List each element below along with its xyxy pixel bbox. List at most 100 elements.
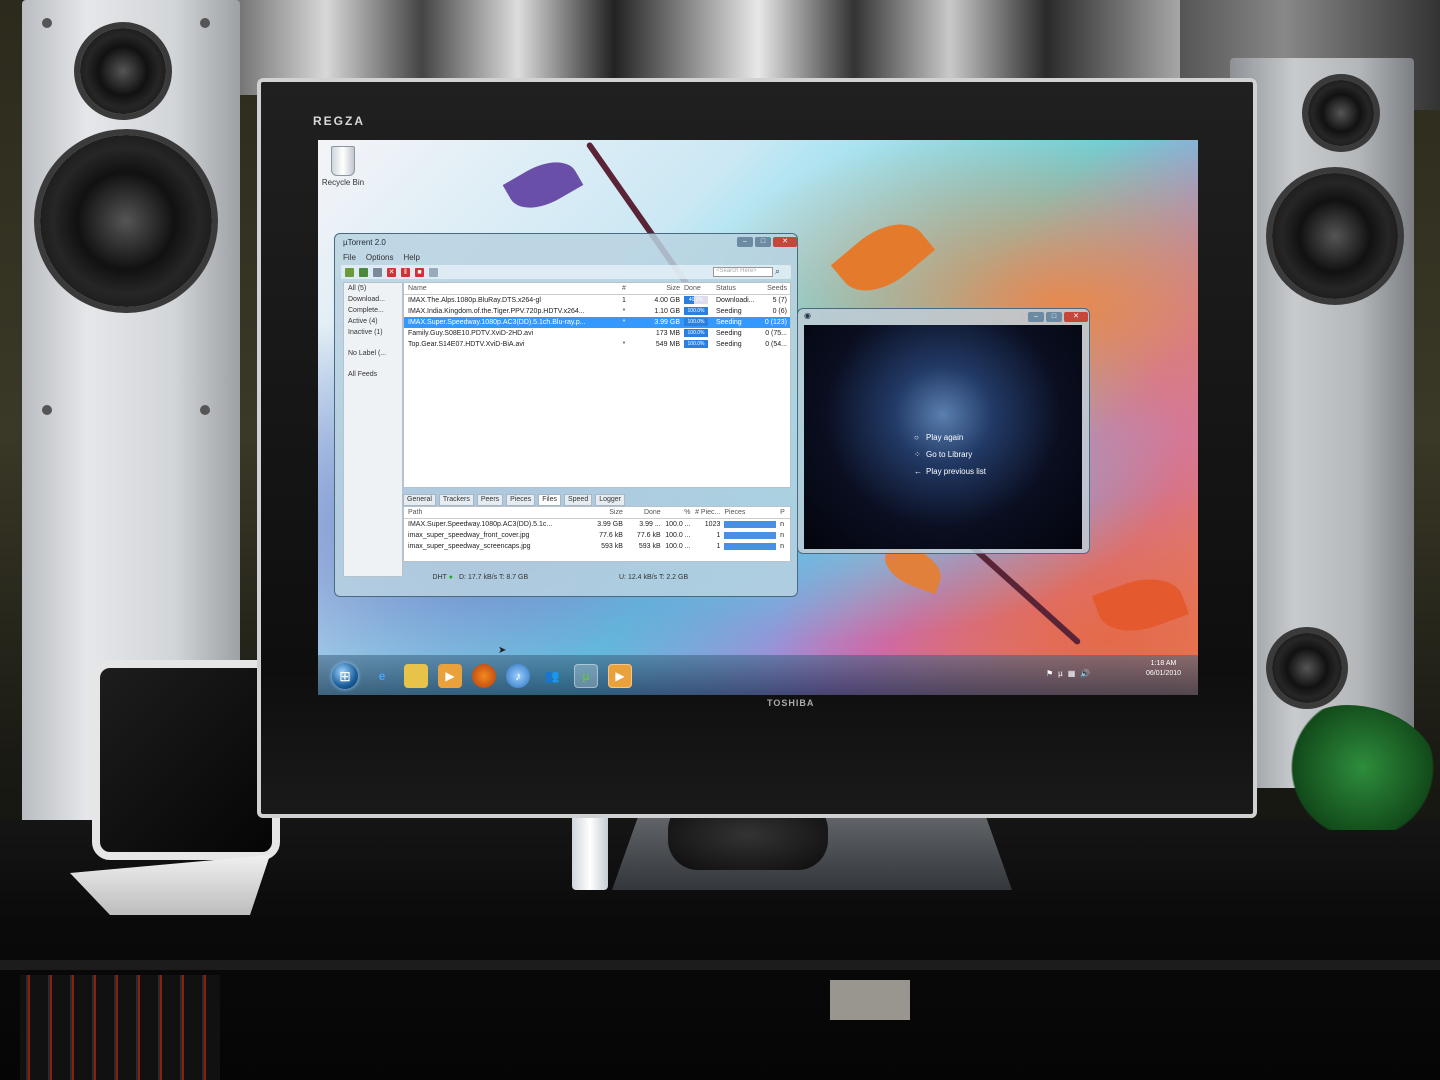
play-again-option[interactable]: ○ Play again bbox=[914, 429, 986, 446]
col-done[interactable]: Done bbox=[684, 283, 712, 294]
start-button[interactable]: ⊞ bbox=[332, 663, 358, 689]
file-row[interactable]: IMAX.Super.Speedway.1080p.AC3(DD).5.1c..… bbox=[404, 519, 790, 530]
add-url-icon[interactable] bbox=[359, 267, 368, 277]
col-file-pieces-count[interactable]: # Piec... bbox=[691, 507, 720, 518]
tab-trackers[interactable]: Trackers bbox=[438, 494, 474, 506]
minimize-button[interactable]: – bbox=[1028, 312, 1044, 322]
minimize-button[interactable]: – bbox=[737, 237, 753, 247]
sidebar-item-completed[interactable]: Complete... bbox=[344, 305, 402, 316]
torrent-row[interactable]: IMAX.Super.Speedway.1080p.AC3(DD).5.1ch.… bbox=[404, 317, 790, 328]
tv-brand-bottom: TOSHIBA bbox=[767, 698, 815, 708]
sidebar-item-all-feeds[interactable]: All Feeds bbox=[344, 369, 402, 380]
plant-decoration bbox=[1285, 705, 1440, 830]
col-file-done[interactable]: Done bbox=[623, 507, 661, 518]
file-rows: IMAX.Super.Speedway.1080p.AC3(DD).5.1c..… bbox=[404, 519, 790, 552]
torrent-progress: 100.0% bbox=[684, 328, 712, 339]
close-button[interactable]: ✕ bbox=[1064, 312, 1088, 322]
torrent-name: Top.Gear.S14E07.HDTV.XviD-BiA.avi bbox=[408, 341, 525, 348]
file-row[interactable]: imax_super_speedway_screencaps.jpg 593 kB… bbox=[404, 541, 790, 552]
sidebar-item-all[interactable]: All (5) bbox=[344, 283, 402, 294]
file-pieces-count: 1023 bbox=[704, 521, 721, 528]
file-row[interactable]: imax_super_speedway_front_cover.jpg 77.6 … bbox=[404, 530, 790, 541]
torrent-progress: 100.0% bbox=[684, 317, 712, 328]
search-input[interactable]: <Search Here> bbox=[713, 267, 773, 277]
tray-network-icon[interactable]: ▦ bbox=[1068, 669, 1076, 678]
play-previous-list-option[interactable]: ← Play previous list bbox=[914, 463, 986, 480]
torrent-name: Family.Guy.S08E10.PDTV.XviD-2HD.avi bbox=[408, 330, 534, 337]
tab-peers[interactable]: Peers bbox=[476, 494, 504, 506]
col-file-size[interactable]: Size bbox=[583, 507, 623, 518]
file-pct: 100.0 ... bbox=[665, 543, 691, 550]
torrent-row[interactable]: Top.Gear.S14E07.HDTV.XviD-BiA.avi * 549 MB… bbox=[404, 339, 790, 350]
tray-flag-icon[interactable]: ⚑ bbox=[1046, 669, 1053, 678]
col-seeds[interactable]: Seeds bbox=[757, 283, 787, 294]
remove-icon[interactable]: ✕ bbox=[387, 267, 396, 277]
torrent-num bbox=[609, 328, 639, 339]
tab-logger[interactable]: Logger bbox=[595, 494, 626, 506]
col-path[interactable]: Path bbox=[404, 507, 583, 518]
col-file-pieces[interactable]: Pieces bbox=[720, 507, 780, 518]
col-num[interactable]: # bbox=[609, 283, 639, 294]
col-file-priority[interactable]: P bbox=[780, 507, 790, 518]
recycle-bin[interactable]: Recycle Bin bbox=[320, 146, 366, 187]
media-player-window[interactable]: ◉ – □ ✕ ○ Play again ⁘ Go to Library ← Play… bbox=[797, 308, 1090, 554]
col-name[interactable]: Name bbox=[404, 283, 609, 294]
tab-speed[interactable]: Speed bbox=[563, 494, 593, 506]
menu-file[interactable]: File bbox=[343, 253, 356, 262]
rss-icon[interactable] bbox=[429, 267, 438, 277]
internet-explorer-icon[interactable]: e bbox=[370, 664, 394, 688]
sidebar-item-inactive[interactable]: Inactive (1) bbox=[344, 327, 402, 338]
stop-icon[interactable]: ■ bbox=[415, 267, 424, 277]
media-player-running-icon[interactable]: ▶ bbox=[608, 664, 632, 688]
utorrent-sidebar: All (5) Download... Complete... Active (… bbox=[343, 282, 403, 577]
torrent-size: 549 MB bbox=[655, 341, 680, 348]
sidebar-item-no-label[interactable]: No Label (... bbox=[344, 348, 402, 359]
utorrent-window[interactable]: µTorrent 2.0 – □ ✕ File Options Help ✕ ‖… bbox=[334, 233, 798, 597]
sidebar-item-active[interactable]: Active (4) bbox=[344, 316, 402, 327]
create-torrent-icon[interactable] bbox=[373, 267, 382, 277]
pause-icon[interactable]: ‖ bbox=[401, 267, 410, 277]
add-torrent-icon[interactable] bbox=[345, 267, 354, 277]
bolt bbox=[200, 18, 210, 28]
clock-time: 1:18 AM bbox=[1150, 660, 1177, 667]
file-explorer-icon[interactable] bbox=[404, 664, 428, 688]
messenger-icon[interactable]: 👥 bbox=[540, 664, 564, 688]
col-status[interactable]: Status bbox=[712, 283, 757, 294]
tray-utorrent-icon[interactable]: µ bbox=[1058, 669, 1063, 678]
menu-help[interactable]: Help bbox=[403, 253, 419, 262]
col-file-pct[interactable]: % bbox=[661, 507, 690, 518]
sidebar-item-downloading[interactable]: Download... bbox=[344, 294, 402, 305]
close-button[interactable]: ✕ bbox=[773, 237, 797, 247]
file-priority: n bbox=[780, 532, 784, 539]
search-icon[interactable]: ⌕ bbox=[775, 266, 780, 277]
maximize-button[interactable]: □ bbox=[755, 237, 771, 247]
file-pieces-bar bbox=[720, 530, 780, 541]
torrent-row[interactable]: Family.Guy.S08E10.PDTV.XviD-2HD.avi 173 M… bbox=[404, 328, 790, 339]
bolt bbox=[42, 405, 52, 415]
media-player-icon: ◉ bbox=[804, 311, 811, 320]
tab-general[interactable]: General bbox=[403, 494, 436, 506]
file-done: 77.6 kB bbox=[636, 532, 661, 539]
torrent-status: Downloadi... bbox=[716, 297, 755, 304]
firefox-icon[interactable] bbox=[472, 664, 496, 688]
tray-volume-icon[interactable]: 🔊 bbox=[1080, 669, 1090, 678]
media-player-taskbar-icon[interactable]: ▶ bbox=[438, 664, 462, 688]
menu-options[interactable]: Options bbox=[366, 253, 394, 262]
maximize-button[interactable]: □ bbox=[1046, 312, 1062, 322]
recycle-bin-icon bbox=[331, 146, 355, 176]
utorrent-taskbar-icon[interactable]: µ bbox=[574, 664, 598, 688]
torrent-size: 3.99 GB bbox=[654, 319, 680, 326]
files-list: Path Size Done % # Piec... Pieces P IMAX… bbox=[403, 506, 791, 562]
file-priority: n bbox=[780, 521, 784, 528]
file-path: imax_super_speedway_screencaps.jpg bbox=[408, 543, 531, 550]
torrent-row[interactable]: IMAX.India.Kingdom.of.the.Tiger.PPV.720p… bbox=[404, 306, 790, 317]
tab-pieces[interactable]: Pieces bbox=[506, 494, 536, 506]
itunes-icon[interactable]: ♪ bbox=[506, 664, 530, 688]
col-size[interactable]: Size bbox=[639, 283, 684, 294]
taskbar-clock[interactable]: 1:18 AM 06/01/2010 bbox=[1146, 659, 1181, 679]
nettop-pc bbox=[92, 660, 280, 860]
tab-files[interactable]: Files bbox=[538, 494, 561, 506]
torrent-status: Seeding bbox=[716, 330, 742, 337]
torrent-row[interactable]: IMAX.The.Alps.1080p.BluRay.DTS.x264-gl 1 4… bbox=[404, 295, 790, 306]
go-to-library-option[interactable]: ⁘ Go to Library bbox=[914, 446, 986, 463]
